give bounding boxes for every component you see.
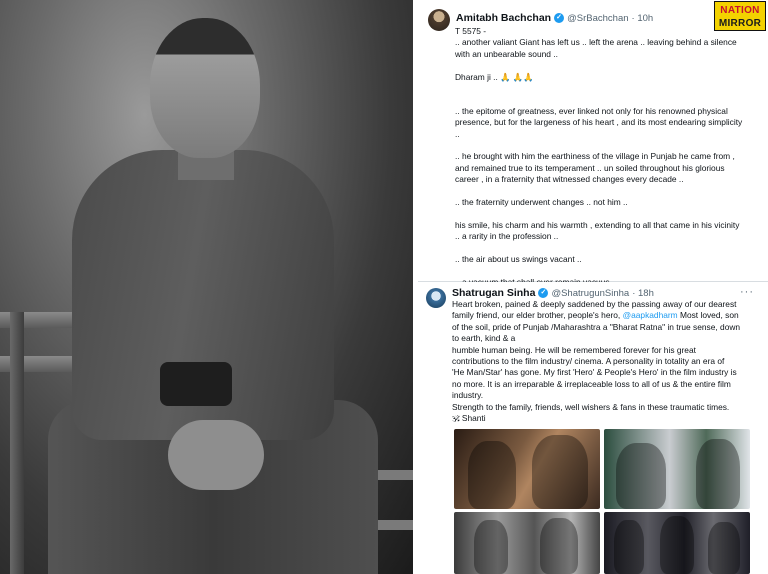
tweet-line-text: family friend, our elder brother, people… xyxy=(452,310,623,321)
tweet-line xyxy=(455,243,742,254)
tweet-line: 🕉 Shanti xyxy=(452,413,486,424)
tweet-line: .. a rarity in the profession .. xyxy=(455,231,559,242)
tweet-line xyxy=(455,140,742,151)
author-name[interactable]: Shatrugan Sinha xyxy=(452,287,535,299)
verified-icon: ✓ xyxy=(538,288,549,298)
tweet-line: Strength to the family, friends, well wi… xyxy=(452,401,730,412)
tweet-line: family friend, our elder brother, people… xyxy=(452,310,740,321)
tweet-photo[interactable] xyxy=(454,512,600,574)
tweet-line xyxy=(455,83,742,94)
tweet-line: with an unbearable sound .. xyxy=(455,48,558,59)
tweet-shatrugan[interactable]: Shatrugan Sinha ✓ @ShatrugunSinha · 18h … xyxy=(418,282,768,574)
tweet-time[interactable]: · 18h xyxy=(632,288,654,299)
tweet-header: Shatrugan Sinha ✓ @ShatrugunSinha · 18h xyxy=(452,287,654,299)
portrait-photo xyxy=(0,0,413,574)
more-options-icon[interactable]: ··· xyxy=(740,286,754,298)
tweet-line xyxy=(455,186,742,197)
author-handle[interactable]: @SrBachchan xyxy=(567,13,628,24)
tweet-line: contributions to the film industry/ cine… xyxy=(452,356,725,367)
tweet-line: T 5575 - xyxy=(455,26,487,36)
author-handle[interactable]: @ShatrugunSinha xyxy=(551,288,629,299)
tweet-line-text: Most loved, son xyxy=(677,310,739,321)
tweet-line: .. xyxy=(455,128,460,139)
bench-leg xyxy=(10,312,24,574)
tweet-line: presence, but for the largeness of his h… xyxy=(455,117,743,128)
person-head xyxy=(150,18,260,158)
tweet-line: no more. It is an irreparable & irreplac… xyxy=(452,378,731,389)
tweet-line: .. he brought with him the earthiness of… xyxy=(455,151,735,162)
person-hands xyxy=(168,420,264,490)
logo-line-1: NATION xyxy=(720,5,760,16)
tweet-line xyxy=(455,266,742,277)
tweet-line: humble human being. He will be remembere… xyxy=(452,344,696,355)
tweet-photo[interactable] xyxy=(454,429,600,509)
tweet-line: Heart broken, pained & deeply saddened b… xyxy=(452,299,737,309)
tweet-line: .. the air about us swings vacant .. xyxy=(455,254,582,265)
tweet-line: Dharam ji .. 🙏 🙏🙏 xyxy=(455,71,534,82)
tweet-line xyxy=(455,209,742,220)
verified-icon: ✓ xyxy=(554,13,565,23)
author-name[interactable]: Amitabh Bachchan xyxy=(456,12,551,24)
tweet-line: and remained true to its temperament .. … xyxy=(455,162,725,173)
camera xyxy=(160,362,232,406)
tweet-line: industry. xyxy=(452,390,484,401)
tweet-line: .. the fraternity underwent changes .. n… xyxy=(455,197,628,208)
tweet-body: Heart broken, pained & deeply saddened b… xyxy=(452,299,740,424)
tweet-photo[interactable] xyxy=(604,429,750,509)
tweet-body: T 5575 - .. another valiant Giant has le… xyxy=(455,26,742,288)
tweet-photo[interactable] xyxy=(604,512,750,574)
tweet-line: his smile, his charm and his warmth , ex… xyxy=(455,219,740,230)
tweet-line xyxy=(455,94,742,105)
mention-link[interactable]: @aapkadharm xyxy=(623,310,678,320)
tweet-amitabh[interactable]: Amitabh Bachchan ✓ @SrBachchan · 10h NAT… xyxy=(418,0,768,287)
tweet-time[interactable]: · 10h xyxy=(632,13,654,24)
tweet-line: to earth, kind & a xyxy=(452,333,516,344)
tweet-line xyxy=(455,60,742,71)
tweet-line: 'He Man/Star' has gone. My first 'Hero' … xyxy=(452,367,737,378)
avatar[interactable] xyxy=(428,9,450,31)
tweet-line: career , in a fraternity that witnessed … xyxy=(455,174,684,185)
tweet-line: .. the epitome of greatness, ever linked… xyxy=(455,105,728,116)
tweet-line: .. another valiant Giant has left us .. … xyxy=(455,37,737,48)
tweet-line: of the soil, pride of Punjab /Maharashtr… xyxy=(452,321,741,332)
avatar[interactable] xyxy=(426,288,446,308)
tweet-header: Amitabh Bachchan ✓ @SrBachchan · 10h xyxy=(456,12,653,24)
